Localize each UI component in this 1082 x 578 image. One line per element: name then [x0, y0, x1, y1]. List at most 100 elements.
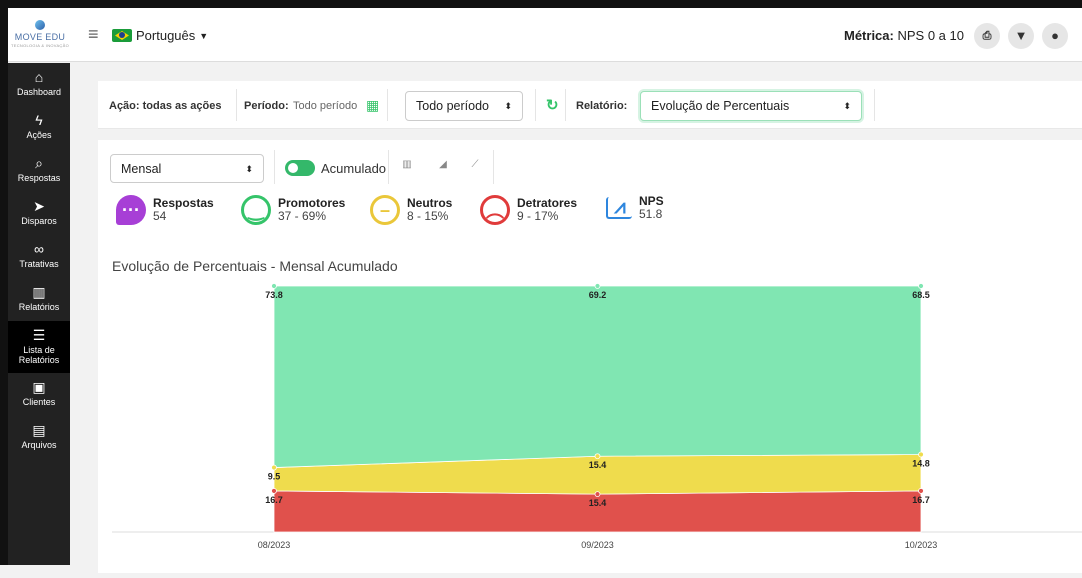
data-label-detratores: 15.4 [589, 498, 607, 508]
sidebar-item-lista-de-relatorios[interactable]: ☰ Lista de Relatórios [8, 321, 70, 373]
point-neutros[interactable] [271, 464, 277, 471]
point-neutros[interactable] [918, 451, 924, 458]
report-select[interactable]: Evolução de Percentuais ⬍ [640, 91, 862, 121]
kpi-value: 51.8 [639, 207, 663, 221]
interval-select-value: Mensal [121, 162, 162, 176]
infinity-icon: ∞ [34, 241, 44, 257]
kpi-neutros: – Neutros 8 - 15% [370, 195, 452, 225]
period-select[interactable]: Todo período ⬍ [405, 91, 523, 121]
contact-icon: ▣ [32, 379, 46, 395]
divider [535, 89, 536, 121]
x-tick-label: 08/2023 [258, 540, 291, 550]
report-panel: Mensal ⬍ Acumulado ▥ ◢ ⟋ ··· Respostas 54… [98, 140, 1082, 573]
kpi-value: 8 - 15% [407, 209, 449, 223]
metric-value: NPS 0 a 10 [897, 28, 964, 43]
period-select-value: Todo período [416, 99, 489, 113]
list-icon: ☰ [32, 327, 46, 343]
area-promotores[interactable] [273, 285, 922, 468]
sidebar-item-disparos[interactable]: ➤ Disparos [8, 192, 70, 235]
area-chart-type-icon[interactable]: ◢ [432, 154, 454, 176]
sidebar-item-label: Clientes [22, 397, 56, 407]
data-label-detratores: 16.7 [912, 495, 930, 505]
sidebar-item-relatorios[interactable]: ▥ Relatórios [8, 278, 70, 321]
sidebar-item-label: Arquivos [21, 440, 57, 450]
kpi-value: 54 [153, 209, 167, 223]
sidebar-item-arquivos[interactable]: ▤ Arquivos [8, 416, 70, 459]
kpi-value: 37 - 69% [278, 209, 327, 223]
sidebar-item-label: Relatórios [18, 302, 60, 312]
language-label: Português [136, 28, 196, 43]
data-label-neutros: 15.4 [589, 460, 607, 470]
select-caret-icon: ⬍ [843, 101, 851, 111]
sidebar: ⌂ Dashboard ϟ Ações ⌕ Respostas ➤ Dispar… [8, 63, 70, 565]
bar-chart-type-icon[interactable]: ▥ [396, 154, 418, 176]
divider [387, 89, 388, 121]
filter-icon[interactable]: ▼ [1008, 23, 1034, 49]
sad-face-icon: ︵ [480, 195, 510, 225]
logo-text: MOVE EDU [14, 32, 66, 42]
area-detratores[interactable] [273, 490, 922, 533]
sidebar-item-clientes[interactable]: ▣ Clientes [8, 373, 70, 416]
report-label: Relatório: [576, 100, 628, 112]
send-icon: ➤ [33, 198, 45, 214]
period-value: Todo período [293, 100, 358, 112]
filter-bar: Ação: todas as ações Período: Todo perío… [98, 81, 1082, 129]
user-icon[interactable]: ● [1042, 23, 1068, 49]
period-label: Período: [244, 100, 289, 112]
report-select-value: Evolução de Percentuais [651, 99, 790, 113]
sidebar-item-tratativas[interactable]: ∞ Tratativas [8, 235, 70, 278]
data-label-promotores: 68.5 [912, 290, 930, 300]
cumulative-toggle[interactable] [285, 160, 315, 176]
divider [388, 150, 389, 184]
metric-label: Métrica: [844, 28, 894, 43]
trend-icon: ⩘ [606, 196, 632, 219]
sidebar-item-label: Lista de Relatórios [18, 345, 60, 365]
data-label-detratores: 16.7 [265, 495, 283, 505]
refresh-icon[interactable]: ↻ [546, 96, 559, 114]
menu-icon[interactable]: ≡ [88, 24, 99, 45]
kpi-respostas: ··· Respostas 54 [116, 195, 214, 225]
sidebar-item-label: Disparos [21, 216, 57, 226]
pdf-export-icon[interactable]: ⎙ [974, 23, 1000, 49]
sidebar-item-respostas[interactable]: ⌕ Respostas [8, 149, 70, 192]
neutral-face-icon: – [370, 195, 400, 225]
archive-icon: ▤ [32, 422, 46, 438]
sidebar-item-dashboard[interactable]: ⌂ Dashboard [8, 63, 70, 106]
sidebar-item-label: Ações [26, 130, 52, 140]
data-label-promotores: 73.8 [265, 290, 283, 300]
select-caret-icon: ⬍ [245, 164, 253, 174]
data-label-neutros: 9.5 [268, 472, 281, 482]
point-detratores[interactable] [594, 491, 601, 498]
divider [874, 89, 875, 121]
bar-chart-icon: ▥ [32, 284, 46, 300]
metric-indicator: Métrica: NPS 0 a 10 [844, 28, 964, 43]
stacked-area-chart: 16.7 15.4 16.7 9.5 15.4 14.8 73.8 69.2 68.5 08/20… [112, 283, 1082, 550]
sidebar-item-label: Dashboard [16, 87, 62, 97]
point-promotores[interactable] [918, 283, 924, 289]
kpi-detratores: ︵ Detratores 9 - 17% [480, 195, 577, 225]
point-detratores[interactable] [271, 488, 277, 494]
home-icon: ⌂ [34, 69, 44, 85]
smile-icon: ‿ [241, 195, 271, 225]
x-tick-label: 09/2023 [581, 540, 614, 550]
sidebar-item-acoes[interactable]: ϟ Ações [8, 106, 70, 149]
point-detratores[interactable] [918, 488, 924, 494]
data-label-promotores: 69.2 [589, 290, 607, 300]
kpi-value: 9 - 17% [517, 209, 559, 223]
divider [493, 150, 494, 184]
brazil-flag-icon [112, 29, 132, 42]
chat-icon: ··· [116, 195, 146, 225]
sidebar-item-label: Respostas [17, 173, 61, 183]
point-promotores[interactable] [271, 283, 277, 289]
cumulative-label: Acumulado [321, 161, 387, 176]
calendar-icon[interactable]: ▦ [366, 97, 379, 114]
interval-select[interactable]: Mensal ⬍ [110, 154, 264, 183]
logo-icon [35, 20, 45, 30]
action-filter[interactable]: Ação: todas as ações [109, 100, 222, 112]
line-chart-type-icon[interactable]: ⟋ [464, 154, 486, 176]
point-promotores[interactable] [594, 283, 601, 289]
point-neutros[interactable] [594, 453, 601, 460]
search-icon: ⌕ [35, 155, 43, 171]
language-selector[interactable]: Português ▼ [112, 28, 208, 43]
logo[interactable]: MOVE EDU TECNOLOGIA & INOVAÇÃO [10, 20, 70, 48]
